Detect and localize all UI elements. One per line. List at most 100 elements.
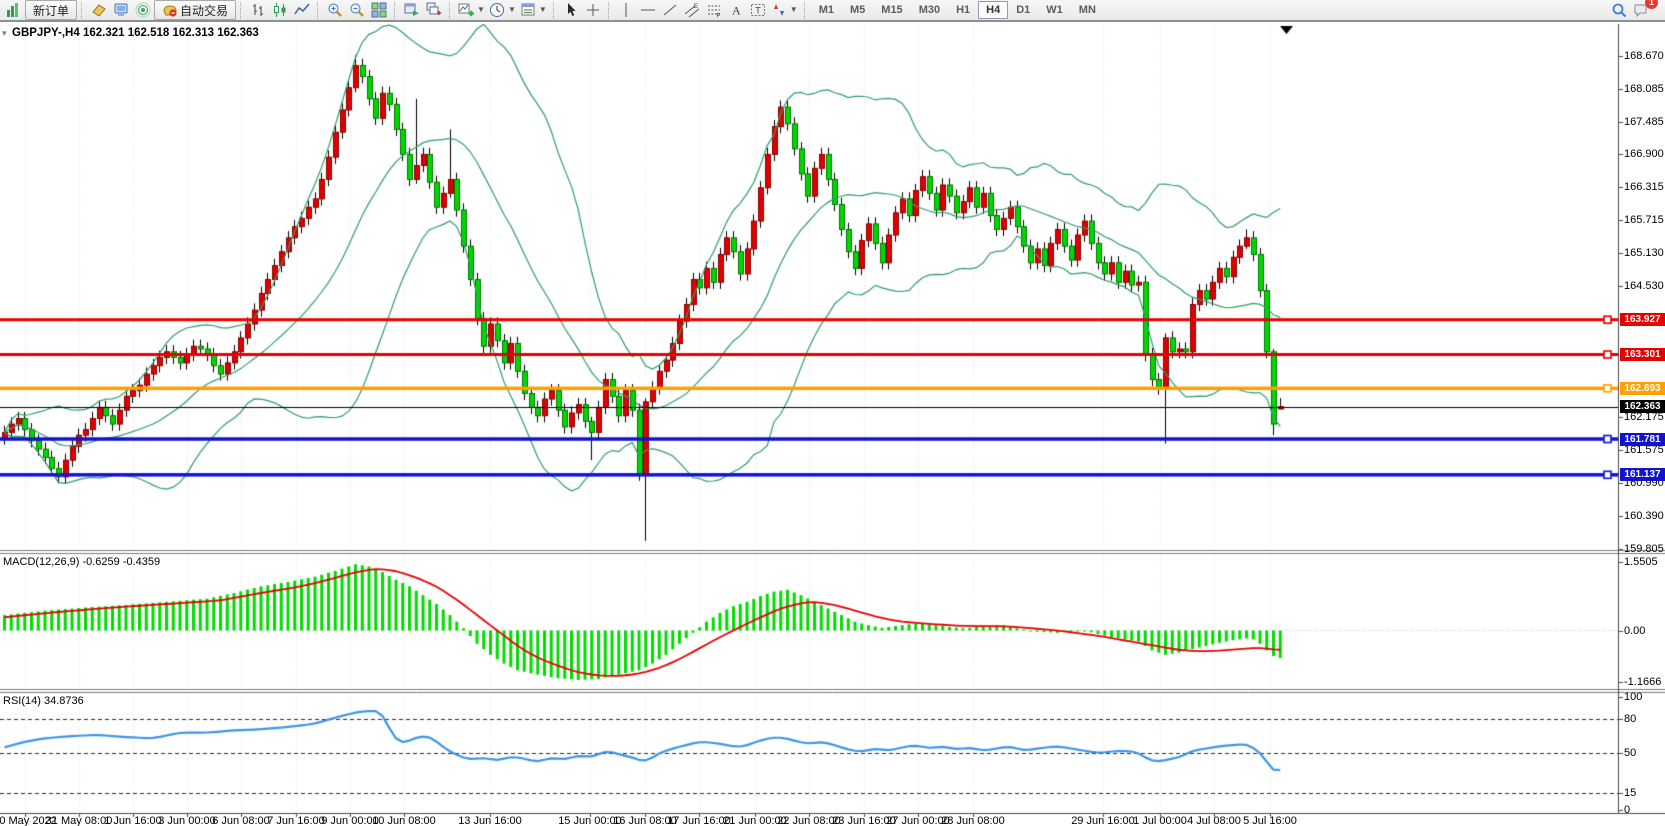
time-axis-label: 7 Jun 16:00 — [267, 815, 325, 826]
timeframe-button-h4[interactable]: H4 — [978, 1, 1008, 19]
text-icon[interactable]: A — [725, 0, 747, 20]
timeframe-button-w1[interactable]: W1 — [1038, 1, 1071, 19]
zoom-out-icon[interactable] — [346, 0, 368, 20]
price-axis-tick: 166.900 — [1624, 148, 1664, 160]
svg-text:F: F — [716, 14, 720, 19]
templates-icon — [520, 2, 536, 18]
timeframe-button-h1[interactable]: H1 — [948, 1, 978, 19]
price-axis-tick: 159.805 — [1624, 543, 1664, 555]
timeframe-button-d1[interactable]: D1 — [1008, 1, 1038, 19]
mini-chart-icon[interactable] — [3, 0, 25, 20]
line-chart-icon[interactable] — [291, 0, 313, 20]
arrow-shapes-icon[interactable]: ▼ — [769, 0, 800, 20]
toolbar-separator — [608, 2, 611, 19]
tile-windows-icon[interactable] — [368, 0, 390, 20]
signal-icon[interactable] — [132, 0, 154, 20]
macd-axis-tick: 0.00 — [1624, 625, 1645, 637]
price-level-tag: 161.781 — [1620, 433, 1665, 446]
arrow-shapes-icon — [771, 2, 787, 18]
horizontal-line-icon[interactable] — [637, 0, 659, 20]
autotrade-icon — [162, 2, 178, 18]
price-axis-tick: 166.315 — [1624, 181, 1664, 193]
candle-chart-icon — [272, 2, 288, 18]
time-axis-label: 29 Jun 16:00 — [1071, 815, 1135, 826]
timeframe-button-m15[interactable]: M15 — [873, 1, 910, 19]
toolbar-separator — [394, 2, 397, 19]
indicators-add-icon[interactable]: ▼ — [456, 0, 487, 20]
macd-indicator-label: MACD(12,26,9) -0.6259 -0.4359 — [3, 556, 160, 568]
zoom-out-icon — [349, 2, 365, 18]
price-axis-tick: 168.670 — [1624, 50, 1664, 62]
fibonacci-icon: F — [706, 2, 722, 18]
auto-trading-button[interactable]: 自动交易 — [154, 0, 236, 20]
svg-text:T: T — [755, 6, 761, 16]
periods-icon[interactable]: ▼ — [487, 0, 518, 20]
toolbar: 新订单 自动交易 ▼ ▼ ▼ E F A T ▼ M1M5M15M30H1H4D1W1MN 1 — [0, 0, 1665, 22]
notification-badge: 1 — [1645, 0, 1658, 9]
bar-chart-icon — [250, 2, 266, 18]
toolbar-separator — [240, 2, 243, 19]
chat-button[interactable]: 1 — [1630, 0, 1652, 20]
svg-text:E: E — [694, 4, 698, 10]
price-axis-tick: 160.390 — [1624, 510, 1664, 522]
cascade-windows-icon — [426, 2, 442, 18]
time-axis-label: 28 Jun 08:00 — [941, 815, 1005, 826]
chart-menu-caret[interactable]: ▾ — [2, 28, 7, 39]
time-axis-label: 1 Jul 00:00 — [1133, 815, 1187, 826]
cascade-windows-icon[interactable] — [423, 0, 445, 20]
chevron-down-icon[interactable]: ▼ — [508, 6, 516, 14]
zoom-in-icon[interactable] — [324, 0, 346, 20]
time-axis-label: 1 Jun 16:00 — [104, 815, 162, 826]
search-button[interactable] — [1608, 0, 1630, 20]
time-axis-label: 13 Jun 16:00 — [458, 815, 522, 826]
trendline-icon[interactable] — [659, 0, 681, 20]
timeframe-button-m1[interactable]: M1 — [811, 1, 842, 19]
bar-chart-icon[interactable] — [247, 0, 269, 20]
text-label-icon[interactable]: T — [747, 0, 769, 20]
chart-canvas[interactable] — [0, 0, 1665, 826]
indicators-add-icon — [458, 2, 474, 18]
new-order-button[interactable]: 新订单 — [25, 0, 77, 20]
price-axis-tick: 168.085 — [1624, 83, 1664, 95]
equidistant-channel-icon[interactable]: E — [681, 0, 703, 20]
price-level-tag: 162.693 — [1620, 382, 1665, 395]
periods-icon — [489, 2, 505, 18]
price-level-tag: 163.927 — [1620, 313, 1665, 326]
text-icon: A — [728, 2, 744, 18]
candle-chart-icon[interactable] — [269, 0, 291, 20]
rsi-axis-tick: 50 — [1624, 747, 1636, 759]
chevron-down-icon[interactable]: ▼ — [790, 6, 798, 14]
current-price-tag: 162.363 — [1620, 400, 1665, 413]
chevron-down-icon[interactable]: ▼ — [539, 6, 547, 14]
line-chart-icon — [294, 2, 310, 18]
market-watch-icon[interactable] — [110, 0, 132, 20]
crosshair-icon — [585, 2, 601, 18]
text-label-icon: T — [750, 2, 766, 18]
time-axis-label: 17 Jun 16:00 — [667, 815, 731, 826]
vertical-line-icon[interactable] — [615, 0, 637, 20]
toolbar-separator — [553, 2, 556, 19]
rsi-axis-tick: 15 — [1624, 787, 1636, 799]
new-order-button-label: 新订单 — [33, 2, 69, 19]
price-axis-tick: 161.575 — [1624, 444, 1664, 456]
timeframe-button-m5[interactable]: M5 — [842, 1, 873, 19]
arrange-windows-icon[interactable] — [401, 0, 423, 20]
toolbar-separator — [81, 2, 84, 19]
tile-windows-icon — [371, 2, 387, 18]
cursor-icon[interactable] — [560, 0, 582, 20]
rsi-indicator-label: RSI(14) 34.8736 — [3, 695, 84, 707]
new-order-ticket-icon[interactable] — [88, 0, 110, 20]
crosshair-icon[interactable] — [582, 0, 604, 20]
chevron-down-icon[interactable]: ▼ — [477, 6, 485, 14]
timeframe-button-mn[interactable]: MN — [1071, 1, 1104, 19]
fibonacci-icon[interactable]: F — [703, 0, 725, 20]
price-axis-tick: 164.530 — [1624, 280, 1664, 292]
timeframe-button-m30[interactable]: M30 — [911, 1, 948, 19]
time-axis-label: 3 Jun 00:00 — [158, 815, 216, 826]
price-axis-tick: 165.715 — [1624, 214, 1664, 226]
rsi-axis-tick: 80 — [1624, 713, 1636, 725]
macd-axis-tick: 1.5505 — [1624, 556, 1658, 568]
templates-icon[interactable]: ▼ — [518, 0, 549, 20]
zoom-in-icon — [327, 2, 343, 18]
toolbar-separator — [804, 2, 807, 19]
